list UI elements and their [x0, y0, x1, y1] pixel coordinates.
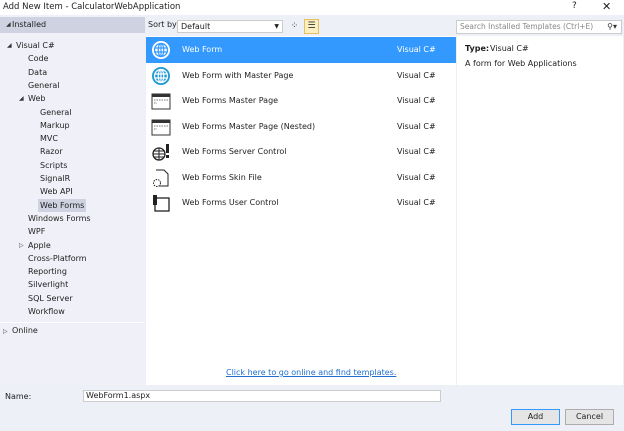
name-input[interactable]: WebForm1.aspx: [83, 390, 441, 402]
master-page-icon: [151, 117, 171, 137]
add-button[interactable]: Add: [511, 409, 560, 425]
tree-item[interactable]: General: [28, 79, 60, 92]
template-type: Visual C#: [397, 147, 436, 156]
tree-item[interactable]: Web Forms: [38, 198, 87, 212]
tree-item[interactable]: Code: [28, 52, 48, 65]
template-name: Web Forms User Control: [182, 198, 279, 207]
template-name: Web Form with Master Page: [182, 70, 294, 80]
tree-item[interactable]: Cross-Platform: [28, 252, 87, 265]
globe-icon: [151, 40, 171, 60]
template-type: Visual C#: [397, 172, 436, 182]
tree-item[interactable]: Reporting: [28, 265, 67, 278]
skin-file-icon: [151, 168, 171, 188]
template-row[interactable]: Web Forms User Control Visual C#: [146, 190, 456, 216]
installed-header[interactable]: ◢ Installed: [0, 17, 145, 33]
template-type: Visual C#: [397, 70, 436, 80]
template-name: Web Forms Master Page (Nested): [182, 121, 316, 131]
template-row[interactable]: Web Forms Master Page (Nested) Visual C#: [146, 114, 456, 140]
expanded-arrow-icon[interactable]: ◢: [19, 95, 24, 102]
expanded-arrow-icon: ◢: [6, 21, 11, 28]
tree-item[interactable]: Silverlight: [28, 278, 68, 291]
sort-value: Default: [181, 22, 211, 31]
expanded-arrow-icon[interactable]: ◢: [7, 42, 12, 49]
type-value: Visual C#: [490, 44, 529, 53]
template-name: Web Forms Server Control: [182, 147, 287, 156]
template-row[interactable]: Web Form Visual C#: [146, 37, 456, 63]
grid-view-icon[interactable]: ⁘: [288, 20, 301, 33]
tree-item[interactable]: Scripts: [40, 159, 67, 172]
tree-item[interactable]: MVC: [40, 132, 58, 145]
template-description: A form for Web Applications: [465, 59, 577, 68]
tree-item[interactable]: Markup: [40, 119, 70, 132]
template-name: Web Forms Skin File: [182, 172, 262, 182]
template-type: Visual C#: [397, 45, 436, 54]
template-name: Web Forms Master Page: [182, 96, 279, 105]
tree-item[interactable]: Web: [28, 92, 45, 105]
template-name: Web Form: [182, 45, 223, 54]
server-control-icon: [151, 142, 171, 162]
tree-item[interactable]: SQL Server: [28, 292, 73, 305]
help-button[interactable]: ?: [572, 1, 577, 11]
tree-item[interactable]: Data: [28, 66, 47, 79]
tree-item[interactable]: Web API: [40, 185, 73, 198]
chevron-down-icon: ▼: [274, 23, 279, 30]
tree-item[interactable]: Windows Forms: [28, 212, 91, 225]
tree-item[interactable]: Workflow: [28, 305, 65, 318]
type-label: Type:: [465, 44, 490, 53]
master-page-icon: [151, 91, 171, 111]
search-input[interactable]: Search Installed Templates (Ctrl+E) ⚲▾: [456, 20, 622, 34]
cancel-button[interactable]: Cancel: [565, 409, 614, 425]
close-button[interactable]: ✕: [602, 0, 611, 13]
online-templates-link[interactable]: Click here to go online and find templat…: [226, 368, 396, 377]
tree-item[interactable]: Visual C#: [16, 39, 55, 52]
window-title: Add New Item - CalculatorWebApplication: [3, 2, 181, 12]
template-type: Visual C#: [397, 96, 436, 105]
template-row[interactable]: Web Forms Master Page Visual C#: [146, 88, 456, 114]
template-row[interactable]: Web Forms Server Control Visual C#: [146, 139, 456, 165]
collapsed-arrow-icon[interactable]: ▷: [19, 242, 24, 249]
search-icon[interactable]: ⚲▾: [607, 21, 617, 33]
tree-item[interactable]: Razor: [40, 145, 63, 158]
sort-dropdown[interactable]: Default ▼: [177, 20, 283, 33]
tree-item[interactable]: WPF: [28, 225, 45, 238]
tree-item[interactable]: General: [40, 106, 72, 119]
tree-item[interactable]: SignalR: [40, 172, 70, 185]
search-placeholder: Search Installed Templates (Ctrl+E): [460, 22, 594, 31]
collapsed-arrow-icon: ▷: [3, 328, 8, 335]
list-view-icon[interactable]: ☰: [304, 19, 319, 34]
template-row[interactable]: Web Forms Skin File Visual C#: [146, 165, 456, 191]
tree-item[interactable]: Apple: [28, 239, 51, 252]
template-row[interactable]: Web Form with Master Page Visual C#: [146, 63, 456, 89]
globe-icon: [151, 66, 171, 86]
name-label: Name:: [5, 392, 32, 401]
template-type: Visual C#: [397, 121, 436, 131]
details-panel: [457, 36, 623, 385]
online-label: Online: [12, 326, 38, 335]
user-control-icon: [151, 193, 171, 213]
sort-label: Sort by:: [148, 20, 179, 29]
sidebar-divider: [0, 322, 145, 323]
installed-label: Installed: [12, 20, 47, 29]
template-type: Visual C#: [397, 198, 436, 207]
